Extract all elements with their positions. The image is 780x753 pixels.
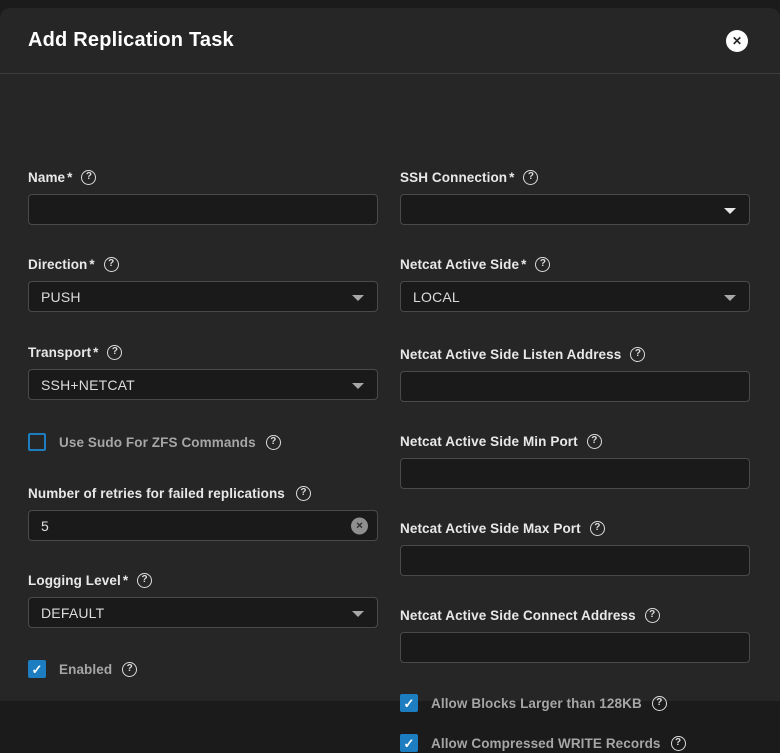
listen-address-label: Netcat Active Side Listen Address (400, 347, 621, 362)
help-icon[interactable]: ? (590, 521, 605, 536)
required-marker: * (521, 257, 526, 272)
allow-blocks-label: Allow Blocks Larger than 128KB (431, 696, 642, 711)
chevron-down-icon (352, 611, 364, 617)
field-min-port: Netcat Active Side Min Port ? (400, 433, 750, 489)
help-icon[interactable]: ? (645, 608, 660, 623)
help-icon[interactable]: ? (81, 170, 96, 185)
help-icon[interactable]: ? (671, 736, 686, 751)
help-icon[interactable]: ? (104, 257, 119, 272)
required-marker: * (123, 573, 128, 588)
replication-form: Name* ? Direction* ? PUSH Transport* ? (0, 74, 780, 700)
netcat-active-side-label: Netcat Active Side (400, 257, 519, 272)
required-marker: * (93, 345, 98, 360)
help-icon[interactable]: ? (107, 345, 122, 360)
check-icon: ✓ (32, 663, 43, 676)
transport-label: Transport (28, 345, 91, 360)
connect-address-label: Netcat Active Side Connect Address (400, 608, 636, 623)
help-icon[interactable]: ? (523, 170, 538, 185)
ssh-connection-select[interactable] (400, 194, 750, 225)
retries-input[interactable] (28, 510, 378, 541)
help-icon[interactable]: ? (122, 662, 137, 677)
direction-label: Direction (28, 257, 87, 272)
chevron-down-icon (724, 295, 736, 301)
enabled-label: Enabled (59, 662, 112, 677)
name-label: Name (28, 170, 65, 185)
close-icon[interactable]: ✕ (726, 30, 748, 52)
name-input[interactable] (28, 194, 378, 225)
netcat-active-side-select[interactable]: LOCAL (400, 281, 750, 312)
direction-select[interactable]: PUSH (28, 281, 378, 312)
field-ssh-connection: SSH Connection* ? (400, 169, 750, 225)
field-allow-blocks: ✓ Allow Blocks Larger than 128KB ? (400, 693, 667, 713)
connect-address-input[interactable] (400, 632, 750, 663)
transport-select[interactable]: SSH+NETCAT (28, 369, 378, 400)
allow-compressed-checkbox[interactable]: ✓ (400, 734, 418, 752)
required-marker: * (67, 170, 72, 185)
help-icon[interactable]: ? (266, 435, 281, 450)
field-netcat-active-side: Netcat Active Side* ? LOCAL (400, 256, 750, 312)
chevron-down-icon (724, 208, 736, 214)
help-icon[interactable]: ? (535, 257, 550, 272)
field-direction: Direction* ? PUSH (28, 256, 378, 312)
add-replication-task-dialog: Add Replication Task ✕ Name* ? Direction… (0, 8, 780, 701)
max-port-label: Netcat Active Side Max Port (400, 521, 581, 536)
use-sudo-checkbox[interactable] (28, 433, 46, 451)
field-listen-address: Netcat Active Side Listen Address ? (400, 346, 750, 402)
field-transport: Transport* ? SSH+NETCAT (28, 344, 378, 400)
dialog-header: Add Replication Task ✕ (0, 8, 780, 74)
allow-blocks-checkbox[interactable]: ✓ (400, 694, 418, 712)
ssh-connection-label: SSH Connection (400, 170, 507, 185)
field-allow-compressed: ✓ Allow Compressed WRITE Records ? (400, 733, 686, 753)
field-connect-address: Netcat Active Side Connect Address ? (400, 607, 750, 663)
page-title: Add Replication Task (28, 29, 234, 52)
max-port-input[interactable] (400, 545, 750, 576)
retries-label: Number of retries for failed replication… (28, 486, 285, 501)
field-retries: Number of retries for failed replication… (28, 485, 378, 541)
listen-address-input[interactable] (400, 371, 750, 402)
use-sudo-label: Use Sudo For ZFS Commands (59, 435, 256, 450)
min-port-input[interactable] (400, 458, 750, 489)
field-use-sudo: Use Sudo For ZFS Commands ? (28, 432, 281, 452)
allow-compressed-label: Allow Compressed WRITE Records (431, 736, 661, 751)
field-enabled: ✓ Enabled ? (28, 659, 137, 679)
field-max-port: Netcat Active Side Max Port ? (400, 520, 750, 576)
field-name: Name* ? (28, 169, 378, 225)
help-icon[interactable]: ? (137, 573, 152, 588)
clear-icon[interactable]: ✕ (351, 517, 368, 534)
field-logging-level: Logging Level* ? DEFAULT (28, 572, 378, 628)
chevron-down-icon (352, 295, 364, 301)
required-marker: * (509, 170, 514, 185)
check-icon: ✓ (404, 697, 415, 710)
help-icon[interactable]: ? (630, 347, 645, 362)
enabled-checkbox[interactable]: ✓ (28, 660, 46, 678)
logging-level-select[interactable]: DEFAULT (28, 597, 378, 628)
logging-level-label: Logging Level (28, 573, 121, 588)
required-marker: * (89, 257, 94, 272)
help-icon[interactable]: ? (652, 696, 667, 711)
help-icon[interactable]: ? (587, 434, 602, 449)
min-port-label: Netcat Active Side Min Port (400, 434, 578, 449)
chevron-down-icon (352, 383, 364, 389)
help-icon[interactable]: ? (296, 486, 311, 501)
check-icon: ✓ (404, 737, 415, 750)
